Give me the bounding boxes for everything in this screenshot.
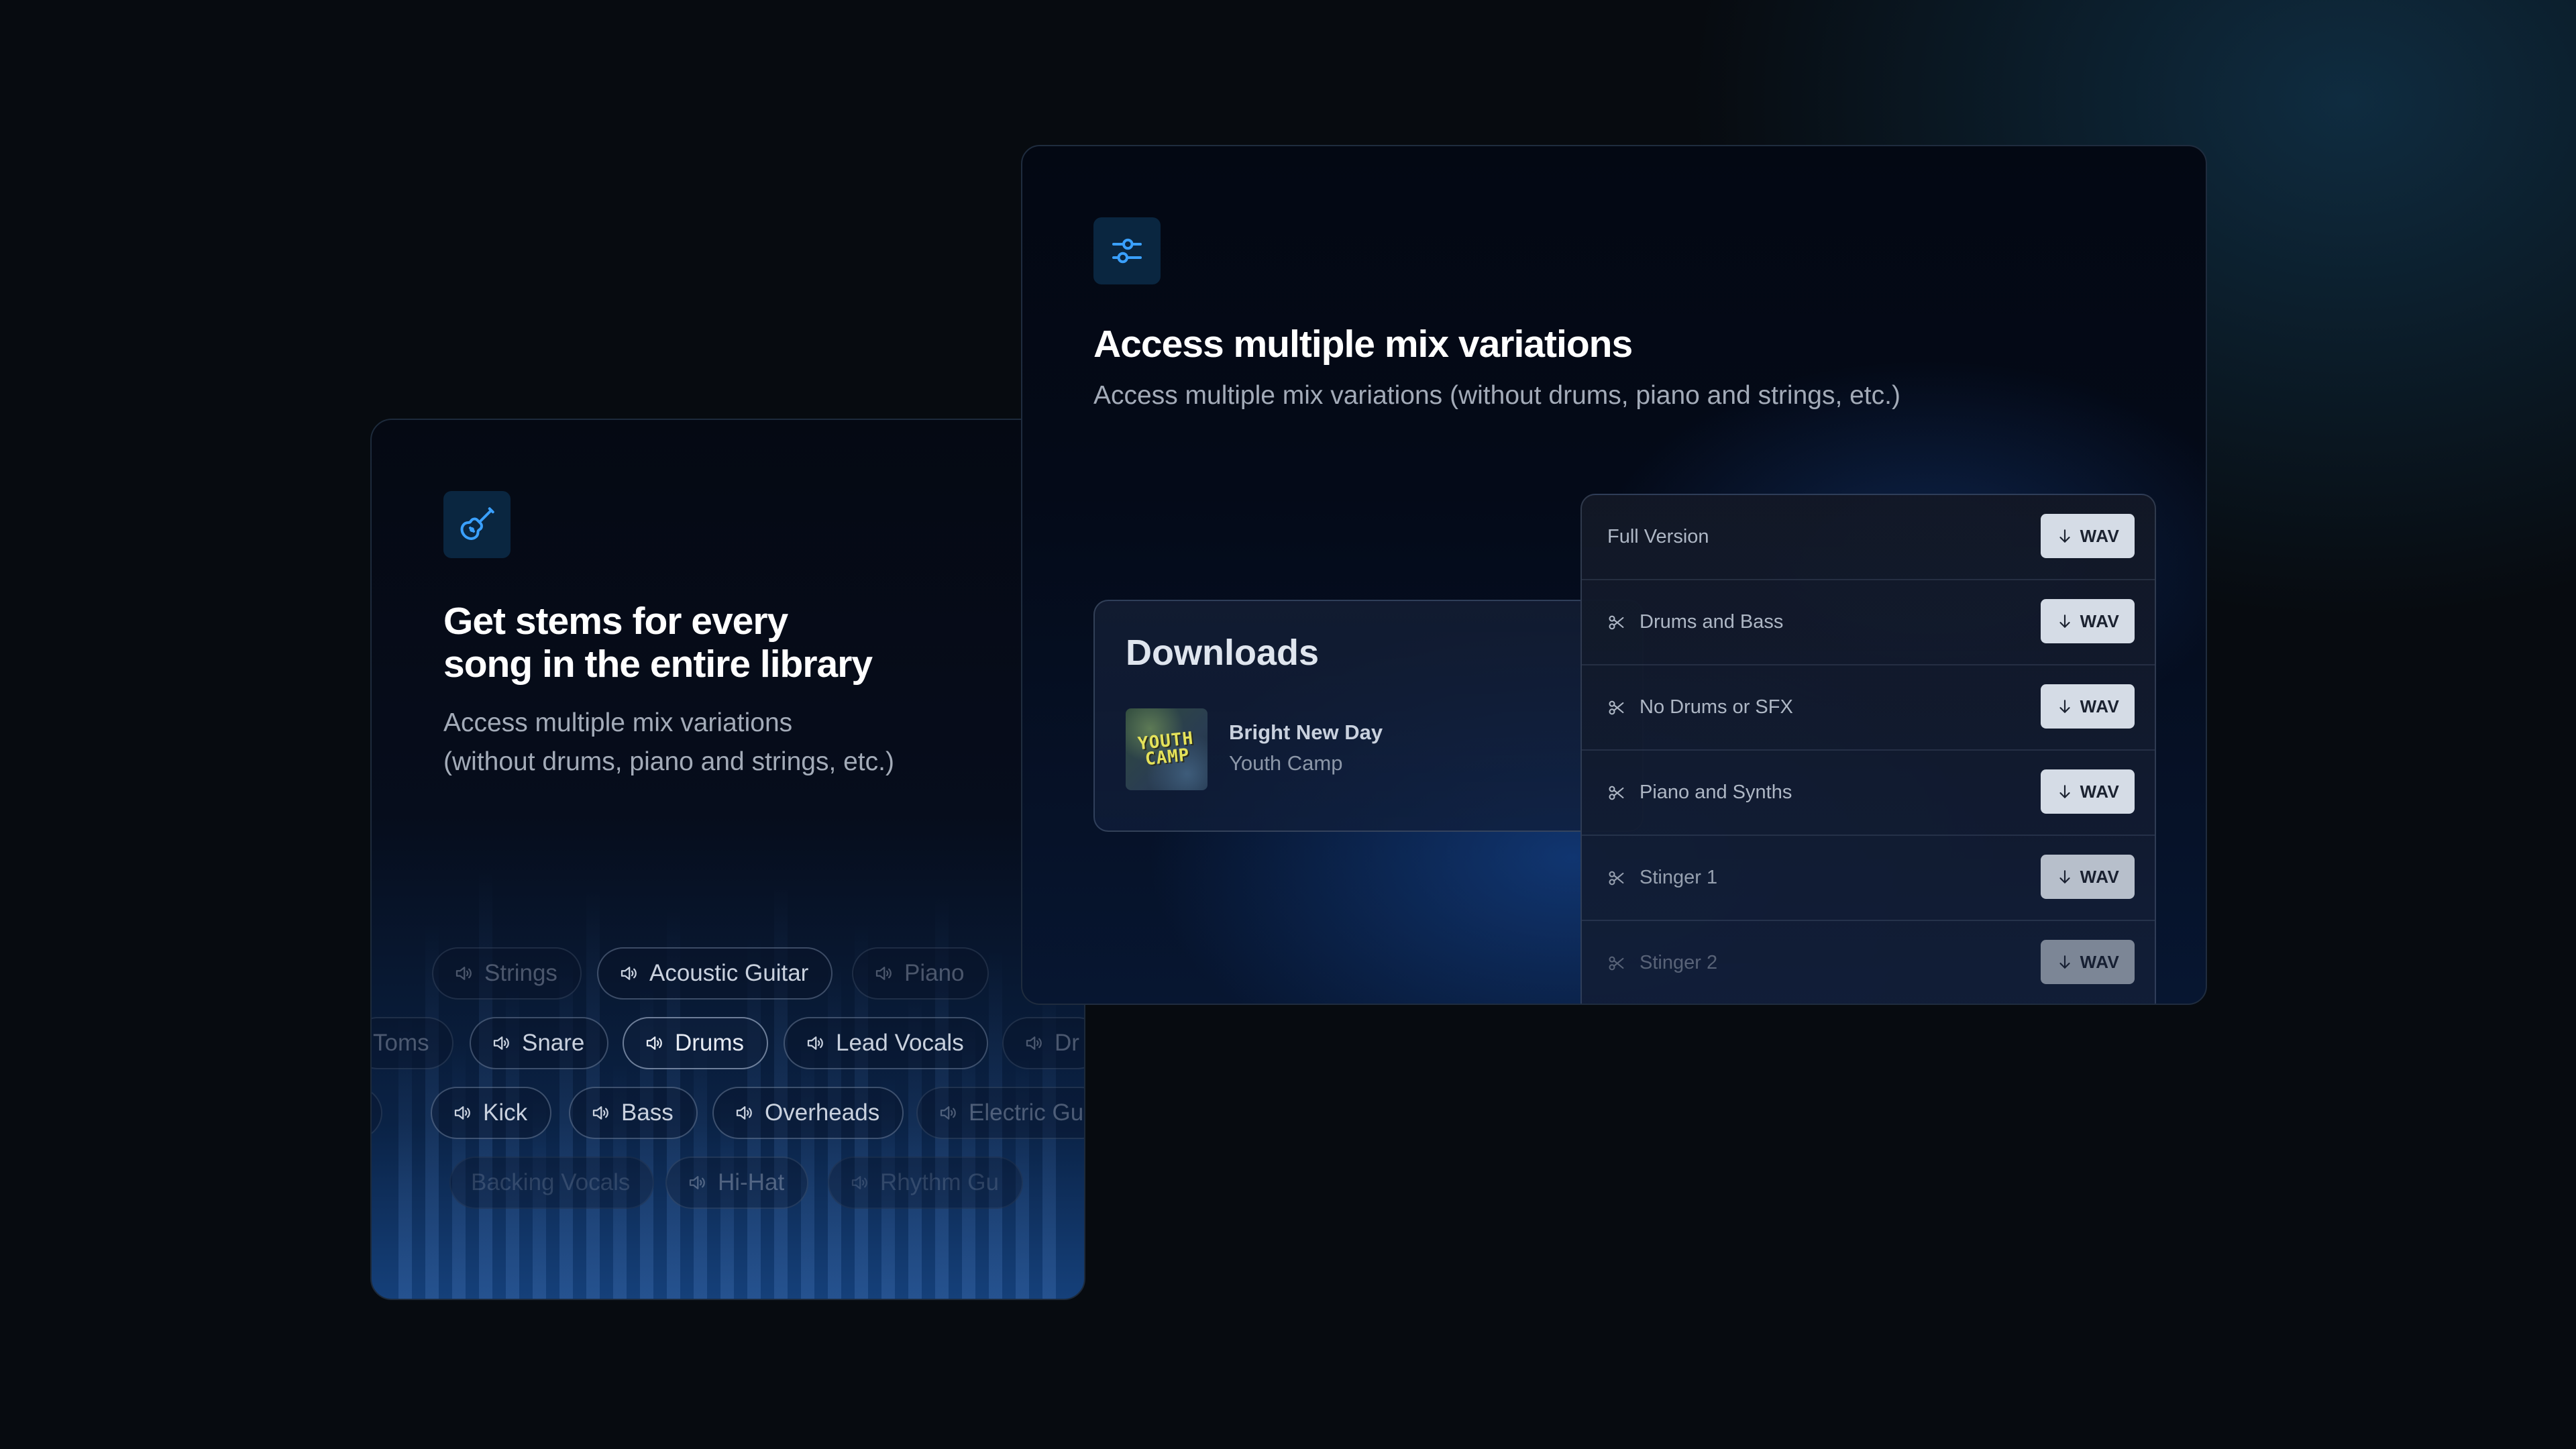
scissors-icon [1609,786,1624,800]
version-label: Full Version [1607,526,1709,547]
download-wav-button[interactable]: WAV [2041,514,2135,558]
arrow-down-icon [2059,529,2070,543]
mix-card-description: Access multiple mix variations (without … [1093,381,1900,410]
stems-card-description: Access multiple mix variations (without … [443,708,894,776]
version-row-no-drums-sfx: No Drums or SFX WAV [1582,665,2155,751]
song-title: Bright New Day [1229,720,1383,744]
guitar-icon [460,507,494,540]
stems-feature-card: Get stems for every song in the entire l… [370,419,1085,1300]
song-artist: Youth Camp [1229,751,1343,775]
version-label: Stinger 2 [1640,952,1718,973]
download-wav-button[interactable]: WAV [2041,769,2135,814]
guitar-icon-tile [443,491,511,558]
stems-card-title: Get stems for every song in the entire l… [443,600,873,686]
version-label: Drums and Bass [1640,611,1784,633]
downloads-title: Downloads [1126,633,1320,673]
scissors-icon [1609,956,1624,970]
arrow-down-icon [2059,955,2070,969]
mix-card-title: Access multiple mix variations [1093,323,1633,366]
waveform-bars [372,829,1084,1299]
version-row-full: Full Version WAV [1582,495,2155,580]
scissors-icon [1609,700,1624,714]
album-art: YOUTH CAMP [1126,708,1208,790]
version-row-stinger-1: Stinger 1 WAV [1582,836,2155,921]
arrow-down-icon [2059,785,2070,798]
version-row-stinger-2: Stinger 2 WAV [1582,921,2155,1004]
download-wav-button[interactable]: WAV [2041,599,2135,643]
version-row-piano-synths: Piano and Synths WAV [1582,751,2155,836]
download-wav-button[interactable]: WAV [2041,940,2135,984]
download-wav-button[interactable]: WAV [2041,684,2135,729]
sliders-icon [1112,238,1142,264]
sliders-icon-tile [1093,217,1161,284]
mix-versions-list: Full Version WAV Drums and Bass WAV No D… [1580,494,2156,1004]
version-label: No Drums or SFX [1640,696,1793,718]
version-label: Piano and Synths [1640,782,1792,803]
scissors-icon [1609,871,1624,885]
download-wav-button[interactable]: WAV [2041,855,2135,899]
arrow-down-icon [2059,614,2070,628]
version-row-drums-bass: Drums and Bass WAV [1582,580,2155,665]
mix-variations-card: Access multiple mix variations Access mu… [1021,145,2207,1005]
arrow-down-icon [2059,700,2070,713]
downloads-panel: Downloads YOUTH CAMP Bright New Day Yout… [1093,600,1644,832]
scissors-icon [1609,615,1624,629]
version-label: Stinger 1 [1640,867,1718,888]
arrow-down-icon [2059,870,2070,883]
